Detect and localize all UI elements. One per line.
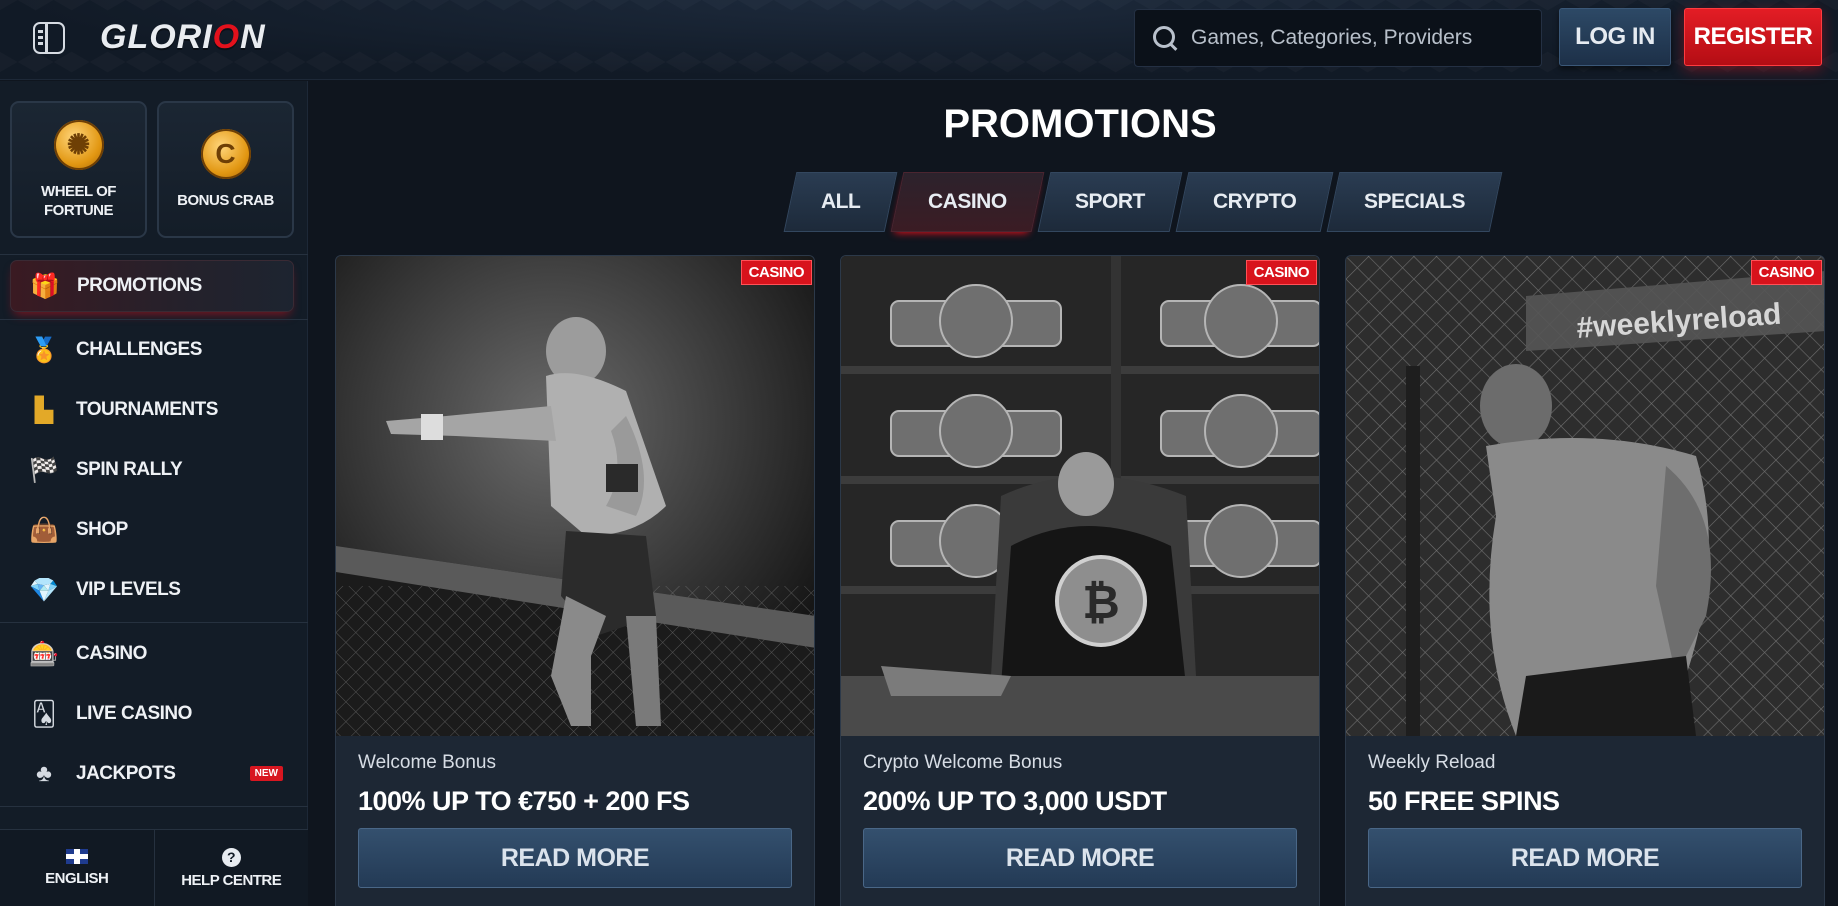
wheel-of-fortune-tile[interactable]: ✺ WHEEL OF FORTUNE [10, 101, 147, 238]
bonus-crab-tile[interactable]: C BONUS CRAB [157, 101, 294, 238]
diamond-icon: 💎 [29, 576, 59, 604]
sidebar-item-label: CHALLENGES [76, 339, 202, 360]
promotion-subtitle: Crypto Welcome Bonus [863, 752, 1063, 773]
read-more-button[interactable]: READ MORE [863, 828, 1297, 888]
tab-specials[interactable]: SPECIALS [1326, 172, 1503, 232]
divider [0, 254, 308, 255]
sidebar-item-live-casino[interactable]: 🂡 LIVE CASINO [0, 689, 308, 739]
category-badge: CASINO [1245, 260, 1317, 285]
promotion-image-fighter: CASINO [336, 256, 814, 736]
sidebar-item-label: SHOP [76, 519, 128, 540]
sidebar-item-casino[interactable]: 🎰 CASINO [0, 629, 308, 679]
help-centre-link[interactable]: ? HELP CENTRE [153, 830, 309, 906]
promotion-card[interactable]: ₿ CASINO Crypto Welcome Bonus 200% UP TO… [840, 255, 1320, 906]
sidebar-item-promotions[interactable]: 🎁 PROMOTIONS [10, 260, 294, 312]
tile-label: WHEEL OF FORTUNE [41, 182, 116, 219]
promotion-title: 50 FREE SPINS [1368, 786, 1560, 816]
promotion-subtitle: Weekly Reload [1368, 752, 1496, 773]
page-title: PROMOTIONS [943, 102, 1217, 146]
sidebar-item-label: JACKPOTS [76, 763, 176, 784]
sidebar-item-label: TOURNAMENTS [76, 399, 218, 420]
new-badge: NEW [249, 766, 283, 781]
playing-card-icon: 🂡 [31, 700, 57, 728]
divider [0, 319, 308, 320]
language-label: ENGLISH [45, 870, 109, 887]
slot-machine-icon: 🎰 [29, 640, 59, 668]
search-box[interactable] [1134, 9, 1542, 67]
search-icon [1151, 24, 1179, 52]
sidebar-item-tournaments[interactable]: ▙ TOURNAMENTS [0, 385, 308, 435]
promotion-image-crypto-belts: ₿ CASINO [841, 256, 1319, 736]
sidebar-item-vip-levels[interactable]: 💎 VIP LEVELS [0, 565, 308, 615]
promotion-filter-tabs: ALL CASINO SPORT CRYPTO SPECIALS [783, 172, 1503, 232]
sidebar-item-label: VIP LEVELS [76, 579, 181, 600]
sidebar-item-label: CASINO [76, 643, 147, 664]
podium-icon: ▙ [34, 396, 54, 424]
crab-claw-icon: C [200, 129, 251, 179]
category-badge: CASINO [1750, 260, 1822, 285]
svg-text:₿: ₿ [1082, 576, 1120, 628]
sidebar-item-challenges[interactable]: 🏅 CHALLENGES [0, 325, 308, 375]
sidebar-item-label: LIVE CASINO [76, 703, 192, 724]
tab-crypto[interactable]: CRYPTO [1175, 172, 1334, 232]
tab-casino[interactable]: CASINO [890, 172, 1045, 232]
sidebar-item-label: SPIN RALLY [76, 459, 183, 480]
divider [0, 622, 308, 623]
read-more-button[interactable]: READ MORE [1368, 828, 1802, 888]
promotion-card[interactable]: CASINO Welcome Bonus 100% UP TO €750 + 2… [335, 255, 815, 906]
login-button[interactable]: LOG IN [1559, 8, 1671, 66]
promotion-image-weekly-reload: #weeklyreload CASINO [1346, 256, 1824, 736]
sidebar-item-label: PROMOTIONS [77, 275, 202, 296]
brand-logo[interactable]: GLORION [100, 18, 266, 58]
checkered-flag-icon: 🏁 [29, 456, 59, 484]
promotion-title: 100% UP TO €750 + 200 FS [358, 786, 690, 816]
top-bar: GLORION LOG IN REGISTER [0, 0, 1838, 80]
register-button[interactable]: REGISTER [1684, 8, 1822, 66]
promotion-title: 200% UP TO 3,000 USDT [863, 786, 1167, 816]
help-icon: ? [221, 847, 241, 867]
shopping-bag-icon: 👜 [29, 516, 59, 544]
sidebar-toggle-icon[interactable] [33, 22, 65, 54]
gift-icon: 🎁 [30, 272, 60, 300]
sidebar-item-spin-rally[interactable]: 🏁 SPIN RALLY [0, 445, 308, 495]
wheel-icon: ✺ [53, 119, 104, 170]
medal-icon: 🏅 [29, 336, 59, 364]
help-label: HELP CENTRE [181, 871, 282, 889]
uk-flag-icon [65, 849, 88, 864]
promotion-subtitle: Welcome Bonus [358, 752, 496, 773]
sidebar: ✺ WHEEL OF FORTUNE C BONUS CRAB 🎁 PROMOT… [0, 81, 308, 906]
promotion-card[interactable]: #weeklyreload CASINO Weekly Reload 50 FR… [1345, 255, 1825, 906]
divider [0, 806, 308, 807]
sidebar-item-shop[interactable]: 👜 SHOP [0, 505, 308, 555]
tab-all[interactable]: ALL [783, 172, 898, 232]
language-selector[interactable]: ENGLISH [0, 830, 154, 906]
sidebar-item-jackpots[interactable]: ♣ JACKPOTS NEW [0, 749, 308, 799]
tile-label: BONUS CRAB [177, 192, 274, 209]
clover-icon: ♣ [36, 760, 52, 787]
search-input[interactable] [1191, 26, 1531, 50]
sidebar-footer: ENGLISH ? HELP CENTRE [0, 829, 308, 906]
tab-sport[interactable]: SPORT [1037, 172, 1183, 232]
read-more-button[interactable]: READ MORE [358, 828, 792, 888]
category-badge: CASINO [740, 260, 812, 285]
